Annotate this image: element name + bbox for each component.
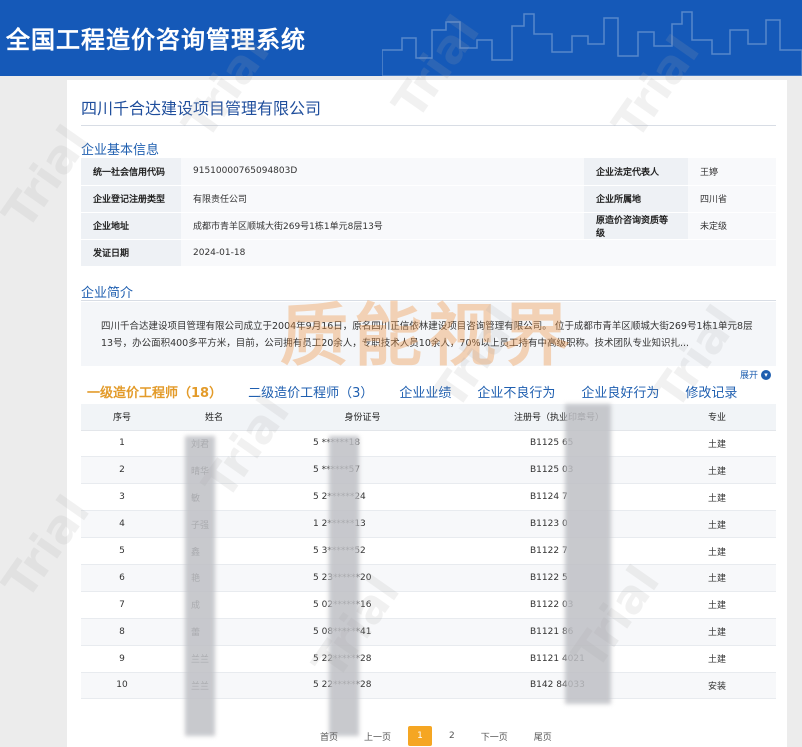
cell-spec: 土建: [658, 430, 776, 458]
cell-id: 5 ******57: [265, 456, 460, 485]
basic-info-table: 统一社会信用代码 91510000765094803D 企业法定代表人 王婷 企…: [81, 158, 776, 267]
info-key: 企业登记注册类型: [81, 185, 181, 213]
cell-no: 10: [81, 672, 163, 700]
info-key: 企业法定代表人: [584, 158, 688, 186]
info-row: 企业登记注册类型 有限责任公司 企业所属地 四川省: [81, 185, 776, 213]
cell-spec: 土建: [658, 564, 776, 592]
cell-id: 1 2******13: [265, 510, 460, 539]
cell-spec: 土建: [658, 510, 776, 539]
info-key: 企业所属地: [584, 185, 688, 213]
cell-spec: 土建: [658, 591, 776, 619]
pager-first[interactable]: 首页: [320, 730, 338, 743]
cell-no: 8: [81, 618, 163, 646]
cell-id: 5 3******52: [265, 537, 460, 565]
info-value: 2024-01-18: [181, 239, 584, 267]
pager-page-2[interactable]: 2: [449, 731, 455, 741]
cell-spec: 安装: [658, 672, 776, 700]
info-value-empty: [688, 239, 776, 267]
cell-reg: B1125 65: [460, 430, 658, 458]
cell-reg: B142 84033: [460, 672, 658, 700]
cell-reg: B1125 03: [460, 456, 658, 485]
cell-no: 3: [81, 483, 163, 512]
info-row: 统一社会信用代码 91510000765094803D 企业法定代表人 王婷: [81, 158, 776, 186]
pager-next[interactable]: 下一页: [481, 730, 508, 743]
info-row: 企业地址 成都市青羊区顺城大街269号1栋1单元8层13号 原造价咨询资质等级 …: [81, 212, 776, 240]
tab-bad-behavior[interactable]: 企业不良行为: [477, 382, 555, 404]
info-value: 四川省: [688, 185, 776, 213]
cell-spec: 土建: [658, 618, 776, 646]
cell-reg: B1124 7: [460, 483, 658, 512]
chevron-down-icon: ▾: [761, 369, 772, 380]
pager-current-page[interactable]: 1: [408, 726, 433, 746]
info-value: 未定级: [688, 212, 776, 240]
cell-no: 5: [81, 537, 163, 565]
expand-label: 展开: [740, 371, 759, 381]
cell-no: 7: [81, 591, 163, 619]
pagination: 首页 上一页 1 2 下一页 尾页: [307, 726, 565, 746]
cell-spec: 土建: [658, 645, 776, 673]
info-key: 发证日期: [81, 239, 181, 267]
info-value: 王婷: [688, 158, 776, 186]
cell-no: 9: [81, 645, 163, 673]
info-value: 91510000765094803D: [181, 158, 584, 186]
cell-id: 5 22******28: [265, 672, 460, 700]
cell-no: 1: [81, 430, 163, 458]
col-header-reg: 注册号（执业印章号）: [460, 404, 658, 431]
expand-button[interactable]: 展开 ▾: [740, 368, 772, 381]
cell-spec: 土建: [658, 456, 776, 485]
info-value: 成都市青羊区顺城大街269号1栋1单元8层13号: [181, 212, 584, 240]
watermark-brand: 质能视界: [280, 296, 577, 376]
pager-last[interactable]: 尾页: [534, 730, 552, 743]
col-header-no: 序号: [81, 404, 163, 431]
cell-spec: 土建: [658, 537, 776, 565]
info-value: 有限责任公司: [181, 185, 584, 213]
cell-id: 5 ******18: [265, 430, 460, 458]
pager-prev[interactable]: 上一页: [364, 730, 391, 743]
info-key: 企业地址: [81, 212, 181, 240]
cell-spec: 土建: [658, 483, 776, 512]
intro-title: 企业简介: [81, 286, 134, 301]
cell-id: 5 2******24: [265, 483, 460, 512]
info-key-empty: [584, 239, 688, 267]
info-key: 原造价咨询资质等级: [584, 212, 688, 240]
info-key: 统一社会信用代码: [81, 158, 181, 186]
cell-no: 6: [81, 564, 163, 592]
cell-no: 2: [81, 456, 163, 485]
cell-reg: B1123 0: [460, 510, 658, 539]
info-row: 发证日期 2024-01-18: [81, 239, 776, 267]
tab-level1-engineers[interactable]: 一级造价工程师（18）: [87, 382, 222, 404]
cell-reg: B1121 4021: [460, 645, 658, 673]
